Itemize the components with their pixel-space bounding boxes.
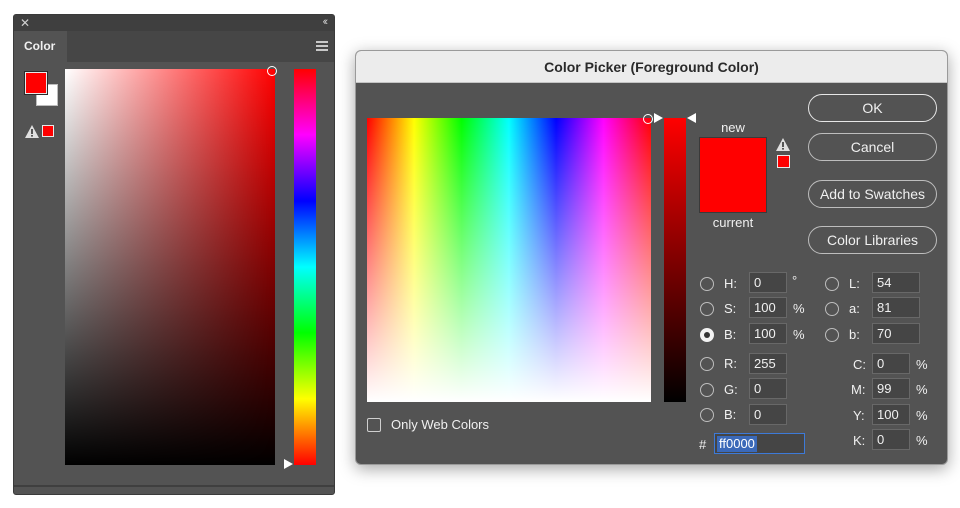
radio-red[interactable] [700, 357, 714, 371]
radio-lightness[interactable] [825, 277, 839, 291]
yellow-label: Y: [853, 408, 865, 423]
warning-icon [25, 125, 39, 138]
percent-unit: % [916, 357, 928, 372]
radio-blue[interactable] [700, 408, 714, 422]
color-picker-dialog: Color Picker (Foreground Color) Only Web… [355, 50, 948, 465]
color-field-marker[interactable] [643, 114, 653, 124]
magenta-label: M: [851, 382, 866, 397]
cyan-label: C: [853, 357, 866, 372]
panel-menu-icon[interactable] [316, 41, 328, 51]
foreground-color-swatch[interactable] [25, 72, 47, 94]
hex-field[interactable]: ff0000 [714, 433, 805, 454]
current-color-swatch[interactable] [700, 175, 766, 212]
lightness-field[interactable]: 54 [872, 272, 920, 293]
panel-tab-bar: Color [14, 31, 334, 62]
b-label: b: [849, 327, 860, 342]
percent-unit: % [916, 382, 928, 397]
percent-unit: % [916, 408, 928, 423]
b-field[interactable]: 70 [872, 323, 920, 344]
hue-field[interactable]: 0 [749, 272, 787, 293]
radio-saturation[interactable] [700, 302, 714, 316]
gamut-warning-swatch[interactable] [42, 125, 54, 137]
blue-label: B: [724, 407, 737, 422]
only-web-colors-label: Only Web Colors [391, 417, 490, 432]
color-preview [699, 137, 767, 213]
current-color-label: current [712, 215, 754, 230]
yellow-field[interactable]: 100 [872, 404, 910, 425]
warning-icon [776, 138, 790, 151]
panel-title-bar: ✕ ‹‹ [14, 15, 334, 31]
slider-right-arrow-icon[interactable] [654, 113, 663, 123]
brightness-field[interactable]: 100 [749, 323, 787, 344]
panel-divider [14, 485, 334, 487]
black-field[interactable]: 0 [872, 429, 910, 450]
hue-label: H: [724, 276, 737, 291]
color-field[interactable] [65, 69, 275, 465]
color-panel: ✕ ‹‹ Color [13, 14, 335, 495]
percent-unit: % [793, 327, 805, 342]
hex-value: ff0000 [717, 436, 757, 452]
tab-color[interactable]: Color [14, 31, 67, 62]
saturation-label: S: [724, 301, 737, 316]
brightness-slider[interactable] [664, 118, 686, 402]
radio-b[interactable] [825, 328, 839, 342]
color-field-marker[interactable] [267, 66, 277, 76]
percent-unit: % [916, 433, 928, 448]
ok-button[interactable]: OK [808, 94, 937, 122]
magenta-field[interactable]: 99 [872, 378, 910, 399]
black-label: K: [853, 433, 866, 448]
close-icon[interactable]: ✕ [20, 16, 30, 30]
new-color-label: new [721, 120, 745, 135]
collapse-icon[interactable]: ‹‹ [323, 15, 329, 29]
new-color-swatch [700, 138, 766, 175]
red-field[interactable]: 255 [749, 353, 787, 374]
hex-label: # [699, 437, 707, 452]
hue-slider-arrow-icon[interactable] [284, 459, 293, 469]
add-to-swatches-button[interactable]: Add to Swatches [808, 180, 937, 208]
cyan-field[interactable]: 0 [872, 353, 910, 374]
cancel-button[interactable]: Cancel [808, 133, 937, 161]
lightness-label: L: [849, 276, 860, 291]
red-label: R: [724, 356, 737, 371]
blue-field[interactable]: 0 [749, 404, 787, 425]
percent-unit: % [793, 301, 805, 316]
dialog-title: Color Picker (Foreground Color) [356, 51, 947, 83]
radio-hue[interactable] [700, 277, 714, 291]
radio-green[interactable] [700, 383, 714, 397]
a-label: a: [849, 301, 860, 316]
radio-a[interactable] [825, 302, 839, 316]
saturation-field[interactable]: 100 [749, 297, 787, 318]
only-web-colors-checkbox[interactable] [367, 418, 381, 432]
radio-brightness[interactable] [700, 328, 714, 342]
hue-slider[interactable] [294, 69, 316, 465]
color-libraries-button[interactable]: Color Libraries [808, 226, 937, 254]
color-field[interactable] [367, 118, 651, 402]
green-field[interactable]: 0 [749, 378, 787, 399]
degree-unit: ° [792, 273, 798, 288]
slider-left-arrow-icon[interactable] [687, 113, 696, 123]
brightness-label: B: [724, 327, 737, 342]
gamut-warning-swatch[interactable] [777, 155, 790, 168]
a-field[interactable]: 81 [872, 297, 920, 318]
green-label: G: [724, 382, 738, 397]
